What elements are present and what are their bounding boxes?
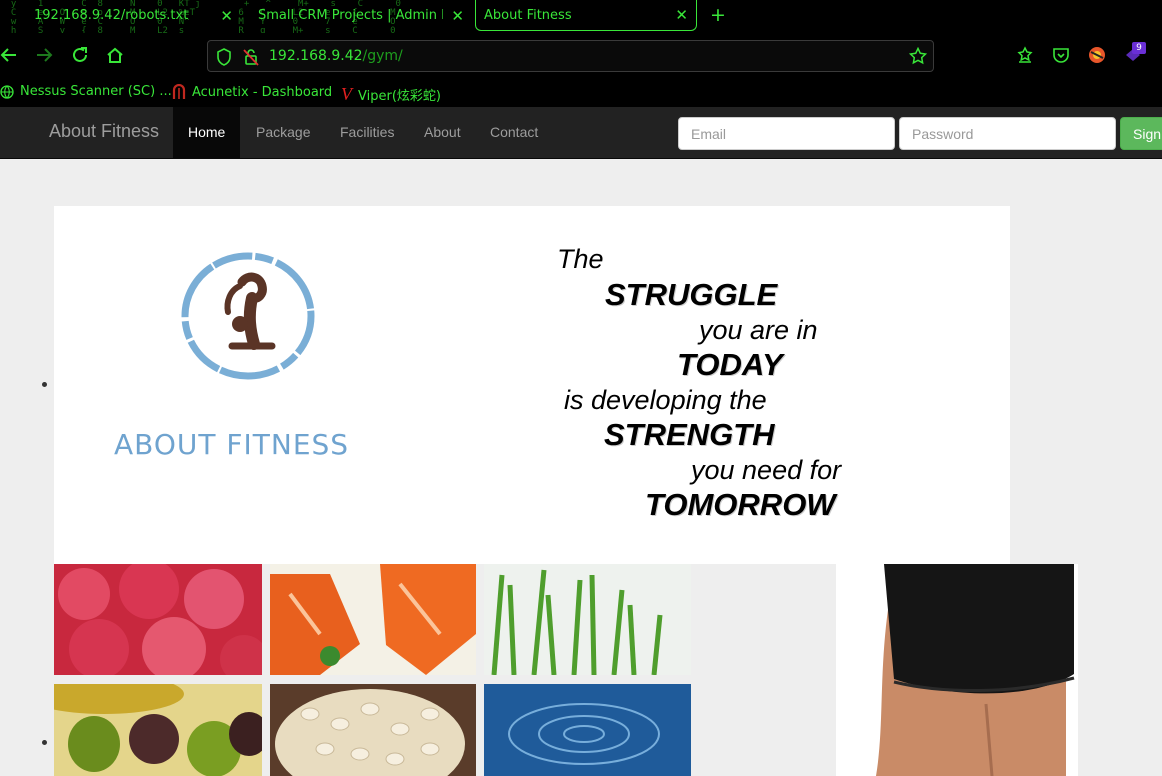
home-icon[interactable] xyxy=(104,44,126,66)
globe-icon xyxy=(0,84,14,99)
site-navbar: About Fitness Home Package Facilities Ab… xyxy=(0,107,1162,159)
tab-crm[interactable]: Small CRM Projects | Admin Lo ✕ xyxy=(250,0,472,31)
extension-avatar-icon[interactable] xyxy=(1086,44,1108,66)
olives-image xyxy=(54,684,262,776)
bookmark-star-icon[interactable] xyxy=(908,46,928,69)
bookmarks-bar: Nessus Scanner (SC) ... Acunetix - Dashb… xyxy=(0,79,1162,107)
list-bullet xyxy=(42,740,47,745)
bookmark-label: Viper(炫彩蛇) xyxy=(358,89,441,104)
logo-text: ABOUT FITNESS xyxy=(114,428,350,461)
quote-line: STRUGGLE xyxy=(605,277,778,312)
viper-icon: V xyxy=(341,84,352,104)
url-path: /gym/ xyxy=(362,48,403,64)
tab-robots[interactable]: 192.168.9.42/robots.txt ✕ xyxy=(26,0,241,31)
browser-tab-bar: y 1 C 8 N 0 KT j + ^ M+ s C 0 C e O s o … xyxy=(0,0,1162,33)
quote-line: you are in xyxy=(699,315,818,345)
nav-package[interactable]: Package xyxy=(241,107,325,158)
barley-image xyxy=(270,684,476,776)
quote-line: you need for xyxy=(691,455,842,485)
quote-line: TOMORROW xyxy=(645,487,836,522)
extension-badge: 9 xyxy=(1132,42,1146,54)
nav-about[interactable]: About xyxy=(409,107,476,158)
pocket-icon[interactable] xyxy=(1050,44,1072,66)
quote-line: The xyxy=(557,244,604,274)
salmon-image xyxy=(270,564,476,675)
yoga-logo-icon xyxy=(181,252,315,380)
fit-woman-image xyxy=(836,564,1078,776)
water-image xyxy=(484,684,691,776)
list-bullet xyxy=(42,382,47,387)
back-icon[interactable] xyxy=(0,44,20,66)
bookmark-label: Acunetix - Dashboard xyxy=(192,84,333,100)
close-icon[interactable]: ✕ xyxy=(451,7,464,25)
site-brand[interactable]: About Fitness xyxy=(49,121,159,142)
bookmark-label: Nessus Scanner (SC) ... xyxy=(20,84,172,99)
url-text[interactable]: 192.168.9.42/gym/ xyxy=(269,48,403,64)
pocket-save-icon[interactable] xyxy=(1014,44,1036,66)
sign-in-button[interactable]: Sign xyxy=(1120,117,1162,150)
nav-contact[interactable]: Contact xyxy=(475,107,553,158)
forward-icon[interactable] xyxy=(33,44,55,66)
nav-home[interactable]: Home xyxy=(173,107,241,158)
shield-icon[interactable] xyxy=(216,48,232,70)
wheatgrass-image xyxy=(484,564,691,675)
reload-icon[interactable] xyxy=(69,44,91,66)
motivational-banner: ABOUT FITNESS The STRUGGLE you are in TO… xyxy=(54,206,1010,564)
bookmark-nessus[interactable]: Nessus Scanner (SC) ... xyxy=(0,84,172,99)
bookmark-acunetix[interactable]: Acunetix - Dashboard xyxy=(172,84,332,100)
bookmark-viper[interactable]: V Viper(炫彩蛇) xyxy=(341,84,441,105)
address-bar[interactable]: 192.168.9.42/gym/ xyxy=(207,40,934,72)
tab-title: About Fitness xyxy=(484,7,572,23)
nav-facilities[interactable]: Facilities xyxy=(325,107,409,158)
insecure-lock-icon[interactable] xyxy=(242,48,260,70)
browser-toolbar: 192.168.9.42/gym/ 9 xyxy=(0,33,1162,79)
email-field[interactable] xyxy=(678,117,895,150)
acunetix-icon xyxy=(172,84,186,99)
url-host: 192.168.9.42 xyxy=(269,48,363,64)
quote-line: STRENGTH xyxy=(604,417,775,452)
password-field[interactable] xyxy=(899,117,1116,150)
close-icon[interactable]: ✕ xyxy=(220,7,233,25)
tab-about-fitness[interactable]: About Fitness ✕ xyxy=(475,0,697,31)
quote-line: is developing the xyxy=(564,385,767,415)
tab-title: Small CRM Projects | Admin Lo xyxy=(258,8,443,23)
quote-line: TODAY xyxy=(677,347,783,382)
close-icon[interactable]: ✕ xyxy=(675,6,688,24)
new-tab-icon[interactable]: + xyxy=(710,4,726,26)
tab-title: 192.168.9.42/robots.txt xyxy=(34,8,189,23)
raspberries-image xyxy=(54,564,262,675)
